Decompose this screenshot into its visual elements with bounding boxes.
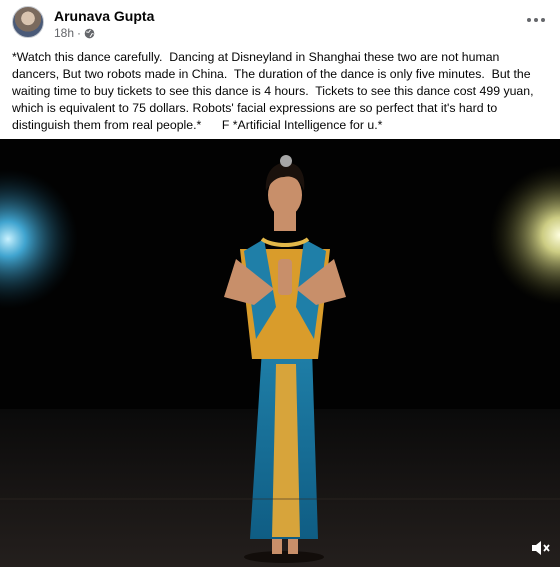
avatar[interactable] <box>12 6 44 38</box>
post-header: Arunava Gupta 18h · <box>12 6 548 42</box>
globe-icon[interactable] <box>84 28 95 39</box>
post-time[interactable]: 18h <box>54 26 74 40</box>
more-options-icon[interactable] <box>524 10 548 30</box>
facebook-post: Arunava Gupta 18h · *Watch this dance ca… <box>0 0 560 567</box>
meta-separator: · <box>77 26 82 40</box>
post-meta: 18h · <box>54 26 95 40</box>
video-player[interactable] <box>0 139 560 567</box>
post-caption: *Watch this dance carefully. Dancing at … <box>12 50 537 132</box>
author-name[interactable]: Arunava Gupta <box>54 8 154 24</box>
mute-icon[interactable] <box>530 539 550 557</box>
video-frame <box>0 139 560 567</box>
